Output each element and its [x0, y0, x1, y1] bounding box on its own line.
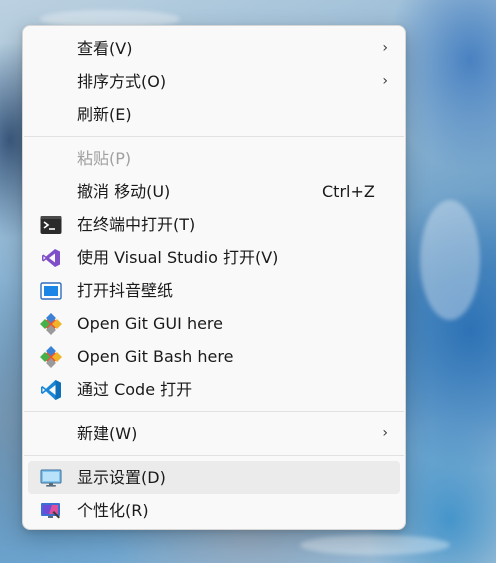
menu-item-label: Open Git Bash here	[77, 347, 234, 366]
menu-item-label: 粘贴(P)	[77, 149, 132, 168]
wallpaper-highlight	[420, 200, 480, 320]
chevron-right-icon: ›	[382, 425, 388, 441]
menu-separator	[24, 136, 404, 137]
menu-item-open-git-gui[interactable]: Open Git GUI here	[28, 307, 400, 340]
menu-item-open-git-bash[interactable]: Open Git Bash here	[28, 340, 400, 373]
menu-item-label: 刷新(E)	[77, 105, 132, 124]
menu-item-label: 排序方式(O)	[77, 72, 167, 91]
menu-item-label: Open Git GUI here	[77, 314, 223, 333]
menu-separator	[24, 455, 404, 456]
menu-separator	[24, 411, 404, 412]
menu-item-undo-move[interactable]: 撤消 移动(U) Ctrl+Z	[28, 175, 400, 208]
wallpaper-app-icon	[40, 280, 62, 302]
menu-item-open-with-visual-studio[interactable]: 使用 Visual Studio 打开(V)	[28, 241, 400, 274]
menu-item-label: 查看(V)	[77, 39, 133, 58]
menu-item-label: 撤消 移动(U)	[77, 182, 171, 201]
personalize-icon	[40, 500, 62, 522]
menu-item-paste[interactable]: 粘贴(P)	[28, 142, 400, 175]
git-icon	[40, 313, 62, 335]
menu-item-label: 在终端中打开(T)	[77, 215, 196, 234]
menu-item-open-in-terminal[interactable]: 在终端中打开(T)	[28, 208, 400, 241]
menu-item-personalize[interactable]: 个性化(R)	[28, 494, 400, 527]
menu-item-open-with-code[interactable]: 通过 Code 打开	[28, 373, 400, 406]
terminal-icon	[40, 214, 62, 236]
visual-studio-icon	[40, 247, 62, 269]
menu-item-label: 新建(W)	[77, 424, 138, 443]
desktop-context-menu: 查看(V) › 排序方式(O) › 刷新(E) 粘贴(P) 撤消 移动(U) C…	[22, 25, 406, 530]
git-icon	[40, 346, 62, 368]
menu-item-label: 显示设置(D)	[77, 468, 166, 487]
shortcut-label: Ctrl+Z	[322, 182, 375, 201]
menu-item-refresh[interactable]: 刷新(E)	[28, 98, 400, 131]
display-settings-icon	[40, 467, 62, 489]
menu-item-label: 个性化(R)	[77, 501, 149, 520]
wallpaper-highlight	[300, 535, 450, 555]
menu-item-new[interactable]: 新建(W) ›	[28, 417, 400, 450]
menu-item-label: 使用 Visual Studio 打开(V)	[77, 248, 279, 267]
menu-item-label: 通过 Code 打开	[77, 380, 193, 399]
chevron-right-icon: ›	[382, 73, 388, 89]
chevron-right-icon: ›	[382, 40, 388, 56]
menu-item-display-settings[interactable]: 显示设置(D)	[28, 461, 400, 494]
menu-item-view[interactable]: 查看(V) ›	[28, 32, 400, 65]
menu-item-label: 打开抖音壁纸	[77, 281, 174, 300]
menu-item-open-douyin-wallpaper[interactable]: 打开抖音壁纸	[28, 274, 400, 307]
menu-item-sort-by[interactable]: 排序方式(O) ›	[28, 65, 400, 98]
vscode-icon	[40, 379, 62, 401]
